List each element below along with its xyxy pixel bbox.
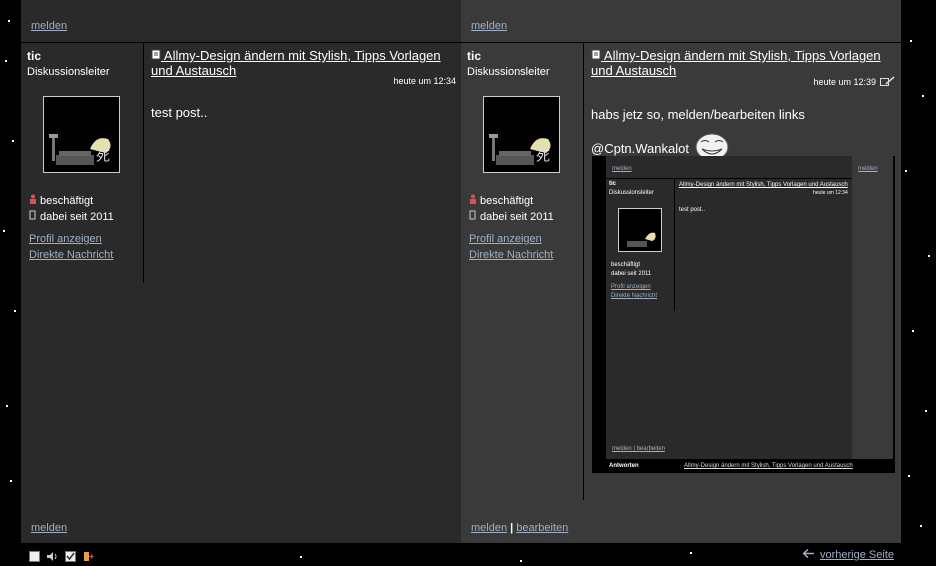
status-text: beschäftigt: [40, 194, 94, 207]
screenshot-time: heute um 12:34: [813, 190, 848, 196]
post-title-text[interactable]: Allmy-Design ändern mit Stylish, Tipps V…: [591, 48, 881, 78]
svg-text:死: 死: [96, 149, 110, 165]
document-icon: [151, 48, 164, 63]
member-since-row: dabei seit 2011: [29, 210, 114, 223]
svg-text:死: 死: [536, 149, 550, 165]
screenshot-body: test post..: [679, 207, 706, 213]
edit-icon[interactable]: [880, 76, 896, 88]
member-since-text: dabei seit 2011: [40, 210, 114, 223]
report-link-bottom[interactable]: melden: [31, 522, 67, 534]
post-title-text[interactable]: Allmy-Design ändern mit Stylish, Tipps V…: [151, 48, 441, 78]
checked-box-icon[interactable]: [64, 550, 76, 562]
action-separator: |: [510, 522, 514, 534]
logout-icon[interactable]: [82, 550, 94, 562]
embedded-screenshot[interactable]: melden tic Diskussionsleiter beschäftigt…: [592, 156, 895, 473]
avatar[interactable]: 死: [483, 96, 560, 173]
direct-message-link[interactable]: Direkte Nachricht: [29, 249, 113, 261]
busy-icon: [29, 194, 37, 207]
status-row: beschäftigt: [469, 194, 533, 207]
author-role: Diskussionsleiter: [467, 66, 550, 78]
busy-icon: [469, 194, 477, 207]
previous-page-link[interactable]: vorherige Seite: [820, 549, 894, 561]
post-title[interactable]: Allmy-Design ändern mit Stylish, Tipps V…: [591, 48, 896, 78]
member-since-text: dabei seit 2011: [480, 210, 554, 223]
checkbox-icon[interactable]: [28, 550, 40, 562]
screenshot-profile-link: Profil anzeigen: [611, 284, 651, 290]
post-2: melden tic Diskussionsleiter 死 beschäfti…: [461, 0, 901, 543]
post-body: habs jetz so, melden/bearbeiten links: [591, 107, 805, 122]
author-sidebar: tic Diskussionsleiter 死 beschäftigt dabe…: [21, 43, 144, 283]
mention-text[interactable]: @Cptn.Wankalot: [591, 141, 689, 156]
status-row: beschäftigt: [29, 194, 93, 207]
member-icon: [469, 210, 477, 223]
author-sidebar: tic Diskussionsleiter 死 beschäftigt dabe…: [461, 43, 584, 500]
post-content: Allmy-Design ändern mit Stylish, Tipps V…: [591, 48, 896, 165]
screenshot-actions: melden | bearbeiten: [612, 446, 665, 452]
report-link-bottom[interactable]: melden: [471, 522, 507, 534]
avatar[interactable]: 死: [43, 96, 120, 173]
post-time-text: heute um 12:39: [813, 77, 876, 87]
report-link-top[interactable]: melden: [31, 20, 67, 32]
previous-page[interactable]: vorherige Seite: [802, 548, 894, 561]
screenshot-avatar: [618, 208, 662, 252]
screenshot-footer: Antworten Allmy-Design ändern mit Stylis…: [592, 459, 895, 473]
post-title[interactable]: Allmy-Design ändern mit Stylish, Tipps V…: [151, 48, 456, 78]
screenshot-right-column: melden: [852, 156, 893, 459]
screenshot-status: beschäftigt: [611, 262, 641, 268]
author-role: Diskussionsleiter: [27, 66, 110, 78]
profile-link[interactable]: Profil anzeigen: [29, 233, 102, 245]
status-text: beschäftigt: [480, 194, 534, 207]
screenshot-reply: Antworten: [609, 463, 639, 469]
document-icon: [591, 48, 604, 63]
post-content: Allmy-Design ändern mit Stylish, Tipps V…: [151, 48, 456, 120]
post-body: test post..: [151, 105, 208, 120]
screenshot-report-link-right: melden: [858, 166, 878, 172]
post-time-text: heute um 12:34: [393, 76, 456, 86]
screenshot-post: melden tic Diskussionsleiter beschäftigt…: [606, 156, 852, 459]
direct-message-link[interactable]: Direkte Nachricht: [469, 249, 553, 261]
footer-toolbar: [28, 550, 94, 562]
screenshot-user: tic: [609, 181, 617, 187]
screenshot-footer-title: Allmy-Design ändern mit Stylish, Tipps V…: [684, 463, 853, 469]
edit-link[interactable]: bearbeiten: [516, 522, 568, 534]
post-actions: melden: [31, 522, 67, 534]
speaker-icon[interactable]: [46, 550, 58, 562]
arrow-left-icon: [802, 548, 814, 561]
author-name[interactable]: tic: [467, 49, 481, 63]
member-since-row: dabei seit 2011: [469, 210, 554, 223]
screenshot-report-link: melden: [612, 166, 632, 172]
profile-link[interactable]: Profil anzeigen: [469, 233, 542, 245]
member-icon: [29, 210, 37, 223]
screenshot-title: Allmy-Design ändern mit Stylish, Tipps V…: [679, 182, 848, 188]
post-1: melden tic Diskussionsleiter 死 beschäfti…: [21, 0, 461, 543]
author-name[interactable]: tic: [27, 49, 41, 63]
post-actions: melden | bearbeiten: [471, 522, 568, 534]
screenshot-role: Diskussionsleiter: [609, 190, 655, 196]
page-footer: [0, 543, 936, 566]
report-link-top[interactable]: melden: [471, 20, 507, 32]
screenshot-member-since: dabei seit 2011: [611, 271, 652, 277]
screenshot-message-link: Direkte Nachricht: [611, 293, 658, 299]
